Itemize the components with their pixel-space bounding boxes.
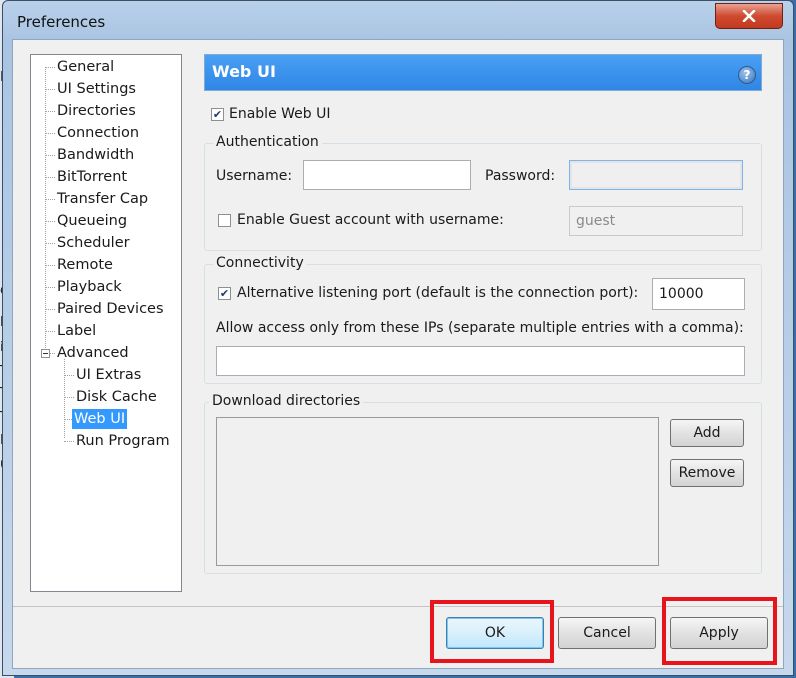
tree-item-ui-extras[interactable]: UI Extras <box>74 365 143 385</box>
tree-item-run-program[interactable]: Run Program <box>74 431 172 451</box>
tree-connector <box>64 375 74 376</box>
tree-connector <box>64 397 74 398</box>
tree-connector <box>45 111 55 112</box>
tree-connector <box>45 265 55 266</box>
connectivity-title: Connectivity <box>213 255 307 271</box>
alt-port-label: Alternative listening port (default is t… <box>237 285 639 301</box>
ok-highlight-box <box>430 600 554 663</box>
download-directories-list[interactable] <box>216 417 659 566</box>
tree-connector <box>45 221 55 222</box>
tree-item-disk-cache[interactable]: Disk Cache <box>74 387 159 407</box>
download-directories-title: Download directories <box>209 393 364 409</box>
dialog-client-area: General UI Settings Directories Connecti… <box>12 39 784 669</box>
tree-connector <box>45 331 55 332</box>
guest-username-input[interactable]: guest <box>569 206 743 236</box>
username-label: Username: <box>216 168 293 184</box>
tree-item-connection[interactable]: Connection <box>55 123 141 143</box>
tree-connector <box>45 243 55 244</box>
tree-item-general[interactable]: General <box>55 57 116 77</box>
tree-connector <box>64 441 74 442</box>
cancel-button[interactable]: Cancel <box>558 617 656 649</box>
tree-connector <box>45 199 55 200</box>
password-input[interactable] <box>569 160 743 190</box>
tree-connector <box>45 67 46 350</box>
tree-item-ui-settings[interactable]: UI Settings <box>55 79 138 99</box>
tree-connector <box>64 359 65 438</box>
tree-connector <box>45 89 55 90</box>
tree-item-transfer-cap[interactable]: Transfer Cap <box>55 189 150 209</box>
tree-item-scheduler[interactable]: Scheduler <box>55 233 132 253</box>
tree-item-web-ui[interactable]: Web UI <box>72 409 128 429</box>
tree-item-remote[interactable]: Remote <box>55 255 115 275</box>
add-button[interactable]: Add <box>670 419 744 447</box>
tree-item-label[interactable]: Label <box>55 321 98 341</box>
enable-guest-label: Enable Guest account with username: <box>237 212 504 228</box>
tree-item-queueing[interactable]: Queueing <box>55 211 129 231</box>
tree-connector <box>45 309 55 310</box>
tree-connector <box>45 67 55 68</box>
authentication-title: Authentication <box>213 134 322 150</box>
tree-connector <box>45 287 55 288</box>
tree-connector <box>45 177 55 178</box>
title-bar[interactable]: Preferences <box>3 1 793 39</box>
panel-header: Web UI ? <box>204 54 762 91</box>
enable-web-ui-label: Enable Web UI <box>229 106 331 122</box>
tree-item-advanced[interactable]: Advanced <box>55 343 131 363</box>
alt-port-checkbox[interactable]: ✔ <box>218 287 231 300</box>
tree-connector <box>45 155 55 156</box>
alt-port-input[interactable]: 10000 <box>652 278 745 310</box>
panel-title: Web UI <box>212 62 276 81</box>
tree-item-bandwidth[interactable]: Bandwidth <box>55 145 136 165</box>
allow-ips-input[interactable] <box>216 346 745 376</box>
apply-highlight-box <box>662 597 777 665</box>
window-title: Preferences <box>17 13 106 31</box>
tree-item-directories[interactable]: Directories <box>55 101 138 121</box>
preferences-dialog: Preferences General UI Settings Director… <box>2 0 794 676</box>
tree-item-bittorrent[interactable]: BitTorrent <box>55 167 129 187</box>
close-button[interactable] <box>715 3 783 29</box>
category-tree[interactable]: General UI Settings Directories Connecti… <box>30 54 182 592</box>
tree-connector <box>45 133 55 134</box>
enable-guest-checkbox[interactable] <box>218 214 231 227</box>
tree-item-paired-devices[interactable]: Paired Devices <box>55 299 166 319</box>
allow-ips-label: Allow access only from these IPs (separa… <box>216 320 744 336</box>
collapse-icon[interactable] <box>41 349 50 358</box>
username-input[interactable] <box>303 160 471 190</box>
tree-item-playback[interactable]: Playback <box>55 277 124 297</box>
tree-connector <box>64 419 72 420</box>
enable-web-ui-checkbox[interactable]: ✔ <box>211 108 224 121</box>
remove-button[interactable]: Remove <box>670 459 744 487</box>
password-label: Password: <box>485 168 556 184</box>
help-icon[interactable]: ? <box>738 66 756 84</box>
close-icon <box>742 10 756 22</box>
